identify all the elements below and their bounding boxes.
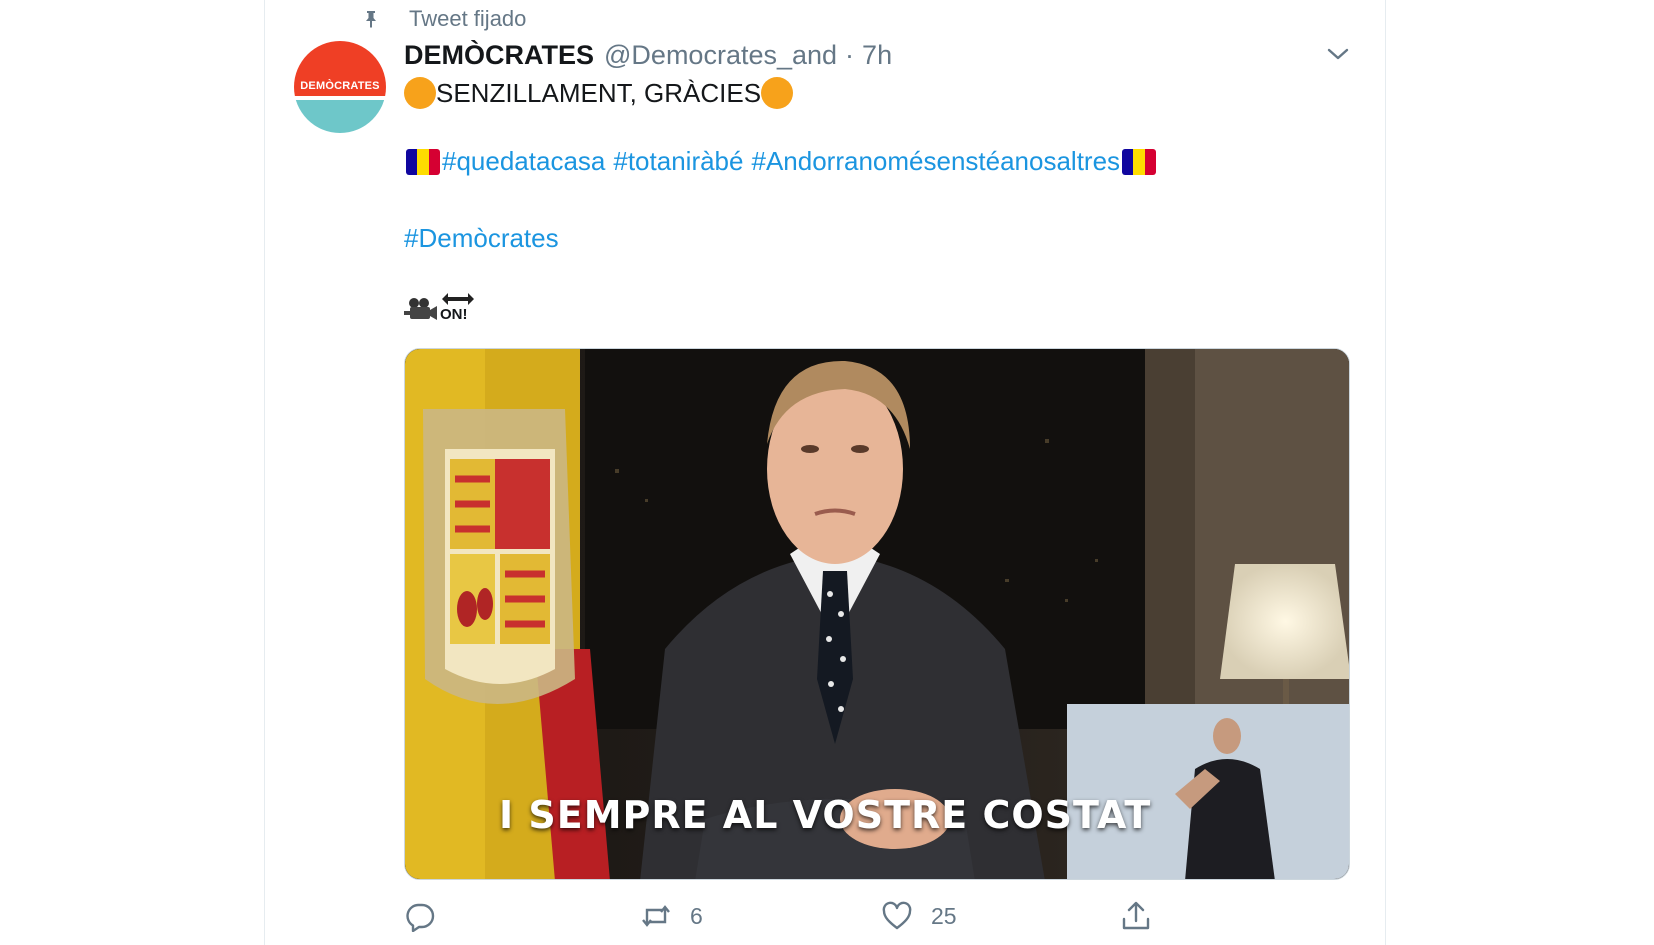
pinned-label: Tweet fijado xyxy=(409,6,527,31)
tweet-header: DEMÒCRATES @Democrates_and · 7h xyxy=(404,40,892,71)
retweet-button[interactable]: 6 xyxy=(640,900,703,932)
pin-icon xyxy=(366,11,376,28)
retweet-icon xyxy=(642,905,670,927)
like-count: 25 xyxy=(931,902,957,929)
like-icon xyxy=(882,901,912,930)
share-icon xyxy=(1122,901,1150,930)
timestamp[interactable]: 7h xyxy=(862,40,892,71)
on-arrow-icon: ON! xyxy=(440,292,476,326)
reply-icon xyxy=(406,903,435,932)
tweet-hashtag-footer: #Demòcrates xyxy=(404,223,559,254)
tweet-actions: 6 25 xyxy=(404,900,1350,940)
hashtag-link[interactable]: #totaniràbé xyxy=(613,146,743,177)
tweet-hashtags-line: #quedatacasa #totaniràbé #Andorranomésen… xyxy=(404,146,1158,177)
andorra-flag-emoji xyxy=(1122,148,1157,175)
video-caption: I SEMPRE AL VOSTRE COSTAT xyxy=(499,793,1152,837)
hashtag-link[interactable]: #Demòcrates xyxy=(404,223,559,254)
orange-circle-emoji xyxy=(761,77,794,109)
orange-circle-emoji xyxy=(404,77,436,109)
display-name[interactable]: DEMÒCRATES xyxy=(404,40,594,71)
retweet-count: 6 xyxy=(690,902,703,929)
user-handle[interactable]: @Democrates_and xyxy=(604,40,837,71)
share-button[interactable] xyxy=(1120,900,1152,932)
video-player[interactable]: I SEMPRE AL VOSTRE COSTAT xyxy=(404,348,1350,880)
separator: · xyxy=(845,40,855,70)
movie-camera-icon xyxy=(404,298,437,320)
on-label: ON! xyxy=(440,306,468,323)
andorra-flag-emoji xyxy=(406,148,440,175)
pinned-tweet-indicator: Tweet fijado xyxy=(361,6,526,32)
hashtag-link[interactable]: #quedatacasa xyxy=(442,146,605,177)
avatar[interactable]: DEMÒCRATES xyxy=(294,41,386,133)
avatar-logo-text: DEMÒCRATES xyxy=(300,80,380,92)
hashtag-link[interactable]: #Andorranomésenstéanosaltres xyxy=(751,146,1120,177)
tweet-text-line-1: SENZILLAMENT, GRÀCIES xyxy=(404,77,794,109)
like-button[interactable]: 25 xyxy=(881,900,957,932)
tweet-card[interactable]: Tweet fijado DEMÒCRATES DEMÒCRATES @Demo… xyxy=(264,0,1386,945)
reply-button[interactable] xyxy=(404,900,460,932)
chevron-down-icon[interactable] xyxy=(1325,44,1351,64)
tweet-emoji-line: ON! xyxy=(404,292,476,326)
tweet-text: SENZILLAMENT, GRÀCIES xyxy=(436,77,762,108)
